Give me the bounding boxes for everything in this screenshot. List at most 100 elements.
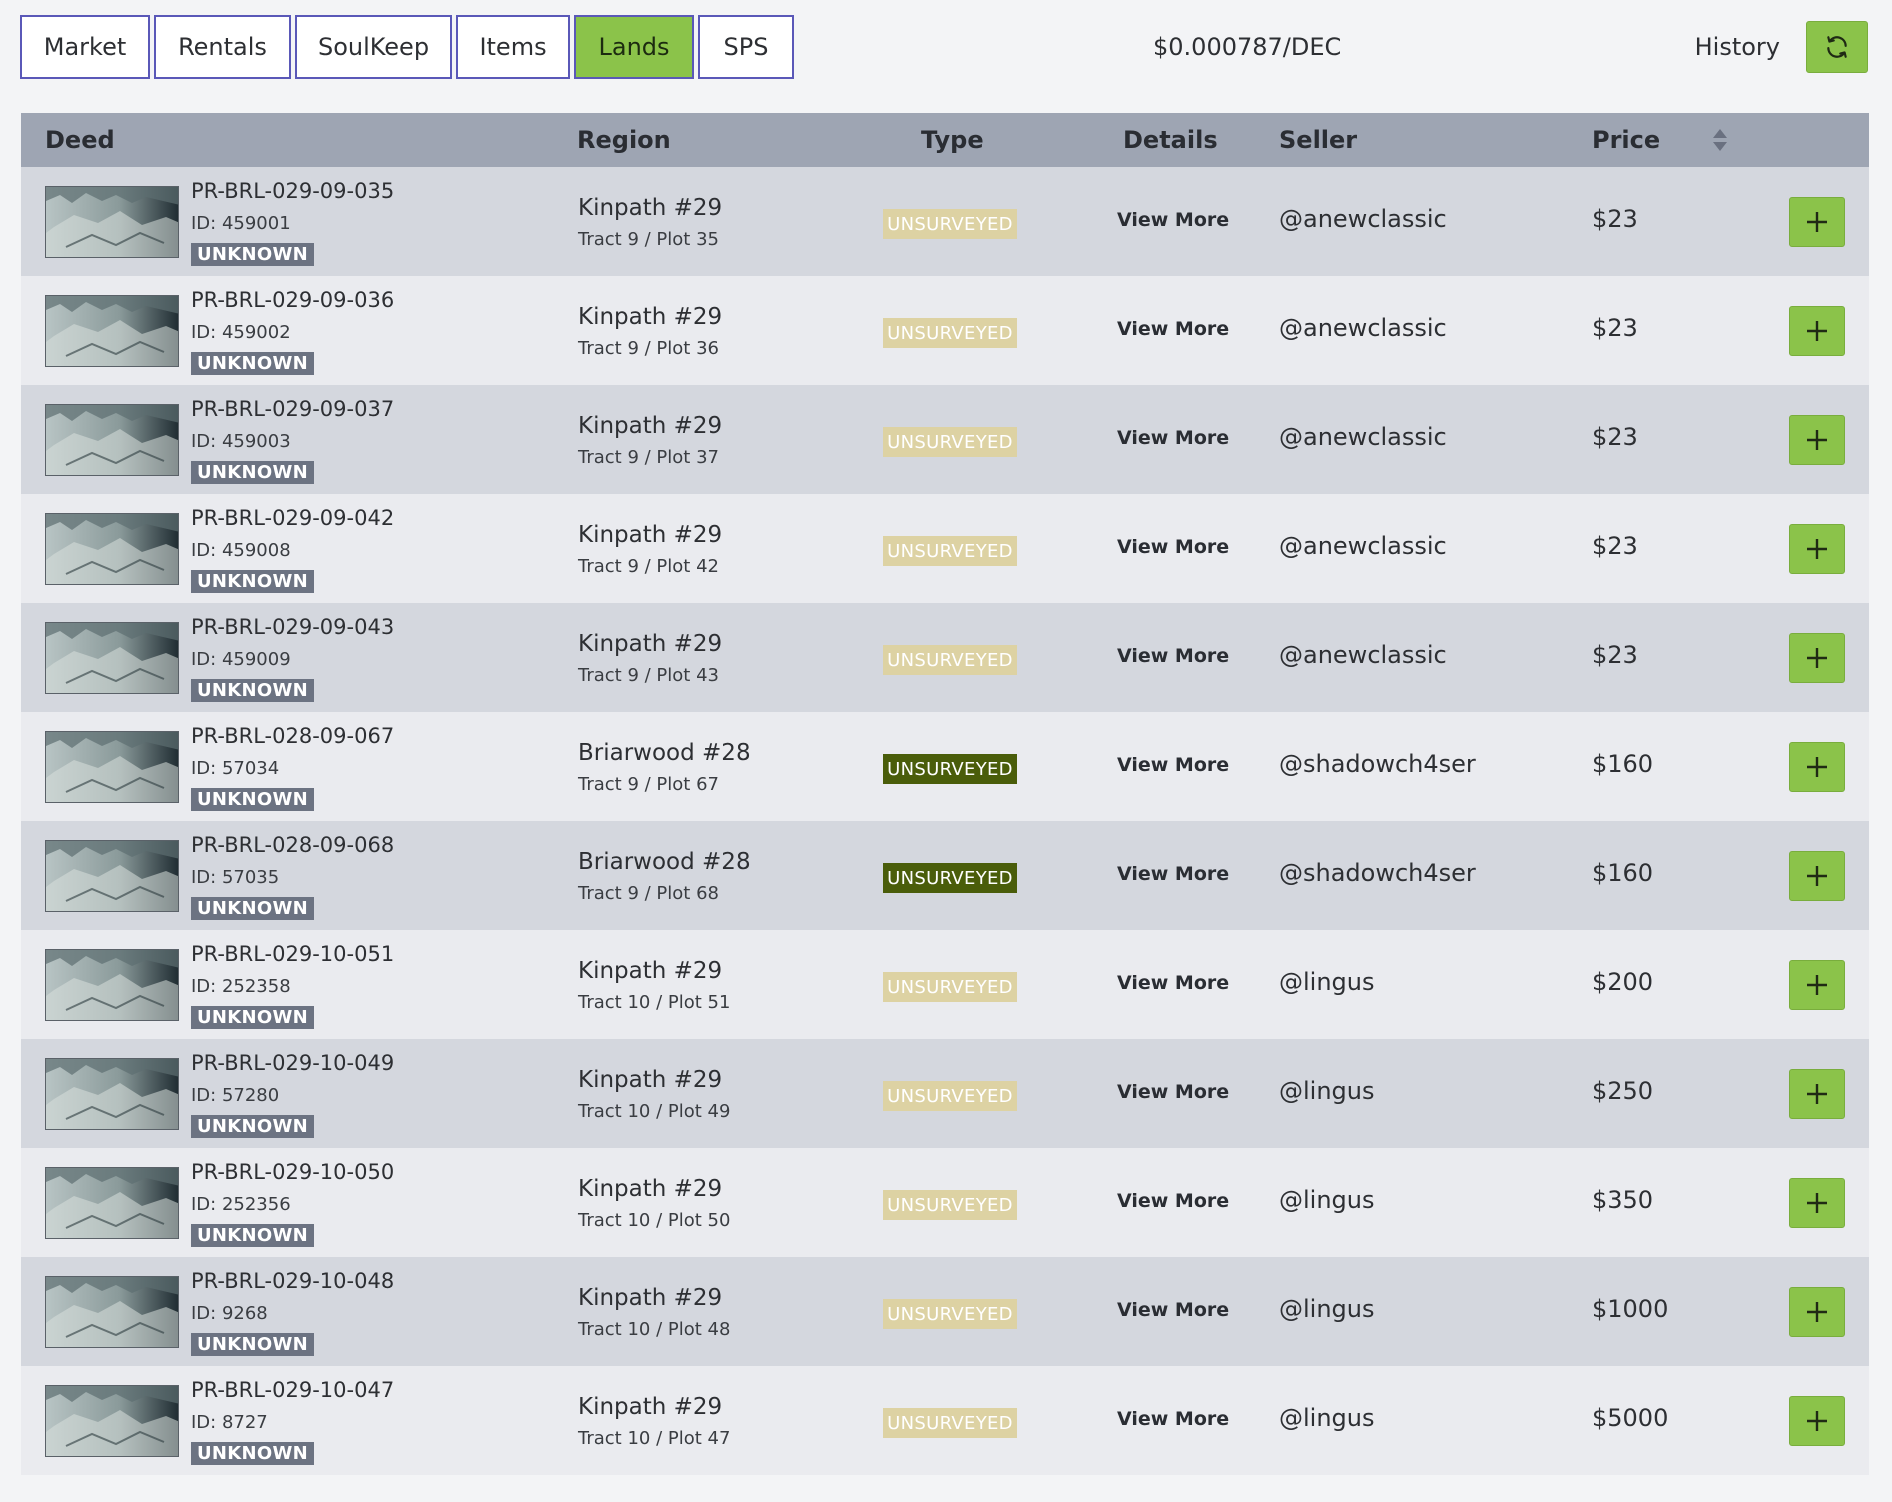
view-more-link[interactable]: View More [1117,754,1229,776]
price: $350 [1592,1186,1654,1214]
view-more-link[interactable]: View More [1117,536,1229,558]
view-more-link[interactable]: View More [1117,1299,1229,1321]
add-button[interactable] [1789,1069,1845,1119]
deed-thumbnail [45,1385,179,1457]
price: $23 [1592,423,1638,451]
plus-icon [1807,1411,1827,1431]
view-more-link[interactable]: View More [1117,972,1229,994]
view-more-link[interactable]: View More [1117,209,1229,231]
price: $5000 [1592,1404,1669,1432]
type-badge: UNSURVEYED [883,318,1017,348]
add-button[interactable] [1789,306,1845,356]
type-badge: UNSURVEYED [883,863,1017,893]
rarity-badge: UNKNOWN [191,679,315,702]
seller-name[interactable]: @anewclassic [1279,314,1447,342]
deed-name[interactable]: PR-BRL-029-10-051 [191,942,394,966]
deed-name[interactable]: PR-BRL-029-09-037 [191,397,394,421]
region-name: Kinpath #29 [578,1067,723,1093]
deed-name[interactable]: PR-BRL-028-09-068 [191,833,394,857]
add-button[interactable] [1789,524,1845,574]
deed-name[interactable]: PR-BRL-029-09-035 [191,179,394,203]
seller-name[interactable]: @anewclassic [1279,641,1447,669]
price: $160 [1592,750,1654,778]
header-deed: Deed [45,126,115,154]
add-button[interactable] [1789,197,1845,247]
table-row: PR-BRL-029-10-049 ID: 57280 UNKNOWN Kinp… [21,1039,1869,1148]
tab-sps[interactable]: SPS [698,15,794,79]
history-link[interactable]: History [1695,15,1780,79]
seller-name[interactable]: @shadowch4ser [1279,859,1476,887]
add-button[interactable] [1789,851,1845,901]
price: $160 [1592,859,1654,887]
tab-items[interactable]: Items [456,15,570,79]
deed-name[interactable]: PR-BRL-028-09-067 [191,724,394,748]
sort-icon[interactable] [1711,127,1729,153]
tab-market[interactable]: Market [20,15,150,79]
view-more-link[interactable]: View More [1117,1408,1229,1430]
deed-id: ID: 459001 [191,213,291,234]
add-button[interactable] [1789,1287,1845,1337]
seller-name[interactable]: @anewclassic [1279,205,1447,233]
deed-thumbnail [45,186,179,258]
rarity-badge: UNKNOWN [191,1006,315,1029]
region-plot: Tract 9 / Plot 35 [578,229,719,250]
deed-name[interactable]: PR-BRL-029-10-047 [191,1378,394,1402]
deed-id: ID: 252358 [191,976,291,997]
add-button[interactable] [1789,415,1845,465]
deed-id: ID: 57034 [191,758,280,779]
type-badge: UNSURVEYED [883,645,1017,675]
deed-name[interactable]: PR-BRL-029-10-049 [191,1051,394,1075]
type-badge: UNSURVEYED [883,1190,1017,1220]
view-more-link[interactable]: View More [1117,427,1229,449]
region-name: Kinpath #29 [578,522,723,548]
seller-name[interactable]: @lingus [1279,1077,1375,1105]
deed-name[interactable]: PR-BRL-029-09-043 [191,615,394,639]
refresh-button[interactable] [1806,21,1868,73]
seller-name[interactable]: @lingus [1279,1295,1375,1323]
deed-name[interactable]: PR-BRL-029-10-048 [191,1269,394,1293]
seller-name[interactable]: @anewclassic [1279,423,1447,451]
region-plot: Tract 9 / Plot 36 [578,338,719,359]
view-more-link[interactable]: View More [1117,645,1229,667]
deed-thumbnail [45,1058,179,1130]
seller-name[interactable]: @anewclassic [1279,532,1447,560]
view-more-link[interactable]: View More [1117,1081,1229,1103]
add-button[interactable] [1789,1178,1845,1228]
header-seller: Seller [1279,126,1358,154]
deed-thumbnail [45,1276,179,1348]
view-more-link[interactable]: View More [1117,863,1229,885]
region-plot: Tract 10 / Plot 50 [578,1210,731,1231]
add-button[interactable] [1789,742,1845,792]
view-more-link[interactable]: View More [1117,318,1229,340]
add-button[interactable] [1789,1396,1845,1446]
deed-id: ID: 252356 [191,1194,291,1215]
header-region: Region [577,126,671,154]
region-name: Briarwood #28 [578,849,751,875]
plus-icon [1807,1084,1827,1104]
seller-name[interactable]: @lingus [1279,1404,1375,1432]
type-badge: UNSURVEYED [883,536,1017,566]
deed-name[interactable]: PR-BRL-029-09-042 [191,506,394,530]
table-row: PR-BRL-029-09-035 ID: 459001 UNKNOWN Kin… [21,167,1869,276]
deed-id: ID: 9268 [191,1303,268,1324]
tab-rentals[interactable]: Rentals [154,15,291,79]
tab-soulkeep[interactable]: SoulKeep [295,15,452,79]
plus-icon [1807,430,1827,450]
view-more-link[interactable]: View More [1117,1190,1229,1212]
deed-id: ID: 459003 [191,431,291,452]
rarity-badge: UNKNOWN [191,1442,315,1465]
seller-name[interactable]: @lingus [1279,968,1375,996]
lands-table: Deed Region Type Details Seller Price PR… [21,113,1869,1475]
type-badge: UNSURVEYED [883,1299,1017,1329]
deed-name[interactable]: PR-BRL-029-10-050 [191,1160,394,1184]
deed-name[interactable]: PR-BRL-029-09-036 [191,288,394,312]
deed-thumbnail [45,1167,179,1239]
seller-name[interactable]: @shadowch4ser [1279,750,1476,778]
header-price[interactable]: Price [1592,113,1660,167]
add-button[interactable] [1789,960,1845,1010]
tab-lands[interactable]: Lands [574,15,694,79]
add-button[interactable] [1789,633,1845,683]
region-plot: Tract 9 / Plot 67 [578,774,719,795]
rarity-badge: UNKNOWN [191,461,315,484]
seller-name[interactable]: @lingus [1279,1186,1375,1214]
